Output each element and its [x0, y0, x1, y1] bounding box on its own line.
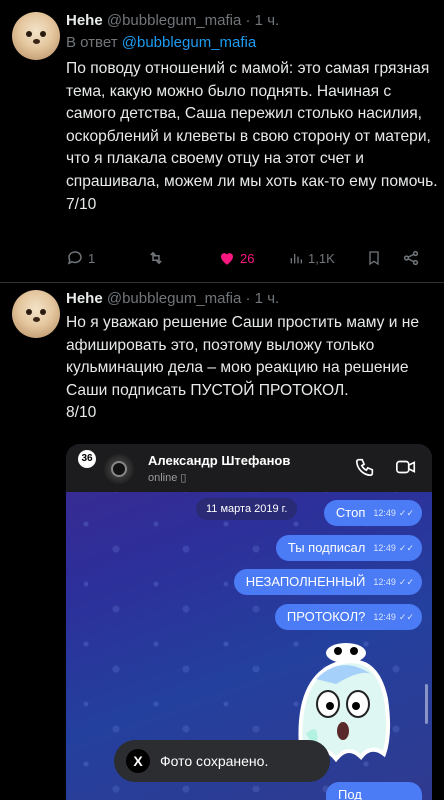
author-handle[interactable]: @bubblegum_mafia	[107, 12, 241, 29]
chat-header: 36 Александр Штефанов online ▯	[66, 444, 432, 492]
message-time: 12:49 ✓✓	[373, 500, 414, 526]
reply-context: В ответ @bubblegum_mafia	[66, 34, 256, 51]
bookmark-icon	[369, 251, 379, 266]
tweet-header: Hehe @bubblegum_mafia · 1 ч.	[66, 290, 279, 307]
contact-avatar	[104, 454, 134, 484]
read-check-icon: ✓✓	[398, 577, 414, 587]
message-text: НЕЗАПОЛНЕННЫЙ	[245, 574, 366, 589]
bookmark-button[interactable]	[366, 247, 382, 269]
view-count: 1,1K	[308, 250, 335, 266]
reply-prefix: В ответ	[66, 34, 118, 51]
tweet-actions: 1 26 1,1K	[66, 247, 438, 271]
message-bubble-partial: Под	[326, 782, 422, 800]
read-check-icon: ✓✓	[398, 508, 414, 518]
read-check-icon: ✓✓	[398, 543, 414, 553]
tweet-header: Hehe @bubblegum_mafia · 1 ч.	[66, 12, 279, 29]
message-bubble: НЕЗАПОЛНЕННЫЙ 12:49 ✓✓	[233, 569, 422, 595]
message-time: 12:49 ✓✓	[373, 569, 414, 595]
unread-badge: 36	[78, 450, 96, 468]
message-time: 12:49 ✓✓	[373, 535, 414, 561]
message-time: 12:49 ✓✓	[373, 604, 414, 630]
message-text: Ты подписал	[287, 540, 366, 555]
chat-scrollbar[interactable]	[425, 684, 428, 724]
contact-name: Александр Штефанов	[148, 453, 291, 468]
heart-icon	[221, 253, 233, 265]
toast-text: Фото сохранено.	[160, 753, 269, 769]
author-name[interactable]: Hehe	[66, 290, 103, 307]
message-bubble: Стоп 12:49 ✓✓	[323, 500, 422, 526]
tweet-1[interactable]: Hehe @bubblegum_mafia · 1 ч. В ответ @bu…	[0, 0, 444, 282]
phone-icon	[355, 458, 374, 477]
reply-handle-link[interactable]: @bubblegum_mafia	[122, 34, 256, 51]
photo-saved-toast[interactable]: X Фото сохранено.	[114, 740, 330, 782]
tweet-time[interactable]: · 1 ч.	[246, 12, 280, 29]
message-text: Стоп	[335, 505, 366, 520]
tweet-text: По поводу отношений с мамой: это самая г…	[66, 60, 438, 213]
video-call-icon	[396, 460, 416, 474]
phone-small-icon: ▯	[180, 472, 187, 484]
reply-button[interactable]: 1	[66, 247, 95, 269]
author-name[interactable]: Hehe	[66, 12, 103, 29]
views-icon	[290, 254, 302, 264]
tweet-text: Но я уважаю решение Саши простить маму и…	[66, 314, 420, 422]
message-text: ПРОТОКОЛ?	[286, 609, 366, 624]
like-button[interactable]: 26	[218, 247, 254, 269]
read-check-icon: ✓✓	[398, 612, 414, 622]
author-handle[interactable]: @bubblegum_mafia	[107, 290, 241, 307]
x-logo-icon: X	[126, 749, 150, 773]
retweet-icon	[150, 251, 162, 265]
message-bubble: Ты подписал 12:49 ✓✓	[275, 535, 422, 561]
date-separator: 11 марта 2019 г.	[196, 498, 298, 520]
views-button[interactable]: 1,1K	[288, 247, 335, 269]
retweet-button[interactable]	[146, 247, 166, 269]
like-count: 26	[240, 250, 255, 266]
avatar[interactable]	[12, 12, 60, 60]
reply-icon	[67, 251, 82, 265]
reply-count: 1	[88, 250, 96, 266]
contact-status: online ▯	[148, 472, 187, 484]
tweet-time[interactable]: · 1 ч.	[246, 290, 280, 307]
message-bubble: ПРОТОКОЛ? 12:49 ✓✓	[274, 604, 422, 630]
share-icon	[403, 250, 419, 266]
avatar[interactable]	[12, 290, 60, 338]
share-button[interactable]	[402, 247, 420, 269]
